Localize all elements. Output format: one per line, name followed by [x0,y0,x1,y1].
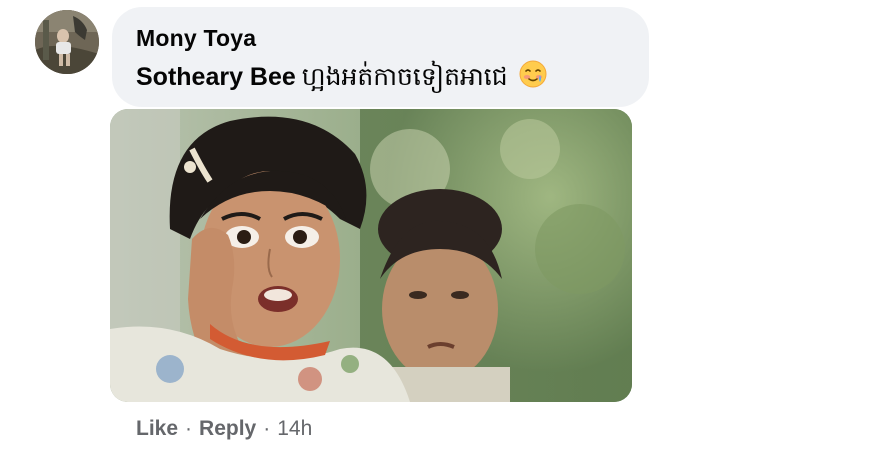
smiling-face-with-tear-icon [519,60,547,88]
separator-dot: · [185,417,193,440]
separator-dot: · [263,417,271,440]
author-avatar[interactable] [35,10,99,74]
comment-bubble: Mony Toya Sotheary Bee ហ្អងអត់កាចទៀតអាជេ [112,7,649,107]
reply-button[interactable]: Reply [199,417,256,440]
comment-body: Sotheary Bee ហ្អងអត់កាចទៀតអាជេ [136,59,625,93]
like-button[interactable]: Like [136,417,178,440]
avatar-photo [35,10,99,74]
comment-image[interactable] [110,109,632,402]
mention-link[interactable]: Sotheary Bee [136,63,296,91]
comment-actions: Like · Reply · 14h [136,415,312,443]
author-name[interactable]: Mony Toya [136,23,625,53]
gif-image [110,109,632,402]
comment-text: ហ្អងអត់កាចទៀតអាជេ [301,62,508,91]
timestamp[interactable]: 14h [277,417,312,440]
